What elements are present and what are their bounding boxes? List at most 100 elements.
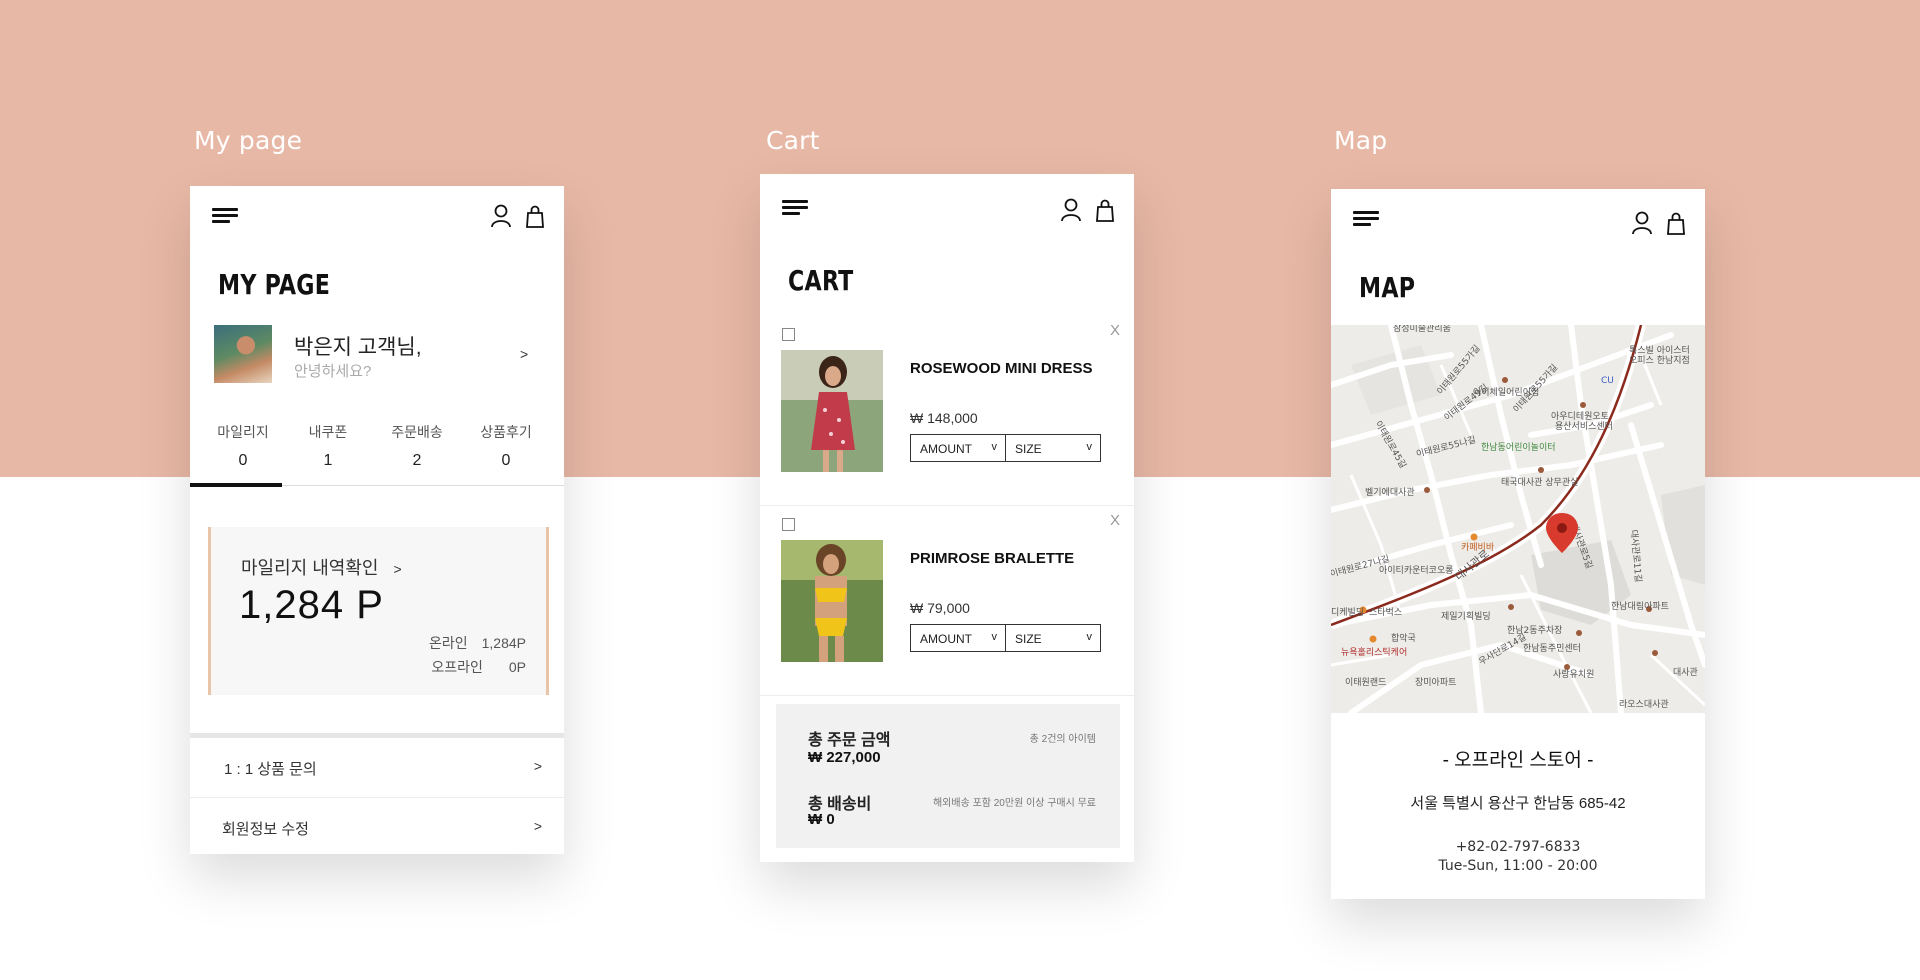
mileage-card[interactable]: 마일리지 내역확인 > 1,284 P 온라인 1,284P 오프라인 0P	[208, 527, 549, 695]
chevron-down-icon: v	[991, 631, 998, 643]
mileage-online-label: 온라인	[428, 635, 468, 651]
shopping-bag-icon[interactable]	[1094, 198, 1116, 222]
map-label: 장미아파트	[1415, 677, 1456, 688]
map-canvas[interactable]: 삼성미술관리움 이태원로55가길 이태원로49길 이태원로55가길 이태원로45…	[1331, 325, 1705, 713]
map-label: 아이티카운터코오롱	[1379, 565, 1454, 576]
size-label: SIZE	[1015, 632, 1042, 646]
user-icon[interactable]	[1631, 211, 1653, 235]
mileage-title: 마일리지 내역확인 >	[241, 554, 402, 580]
product-name[interactable]: ROSEWOOD MINI DRESS	[910, 360, 1093, 377]
mileage-points: 1,284 P	[239, 583, 384, 627]
top-bar	[760, 174, 1134, 234]
top-bar	[190, 186, 564, 246]
map-label: 뉴욕홀리스틱케어	[1341, 646, 1407, 658]
section-title-cart: Cart	[766, 126, 820, 155]
store-phone[interactable]: +82-02-797-6833	[1331, 839, 1705, 855]
product-price: ₩ 79,000	[910, 600, 970, 616]
profile-name: 박은지 고객님,	[294, 336, 422, 359]
map-screen: MAP 삼성미술관리움 이태원로55가길 이태원로49길 이태원로55가길 이태…	[1331, 189, 1705, 899]
map-label: 사랑유치원	[1553, 668, 1594, 680]
section-title-map: Map	[1334, 126, 1388, 155]
map-label: 삼성미술관리움	[1393, 325, 1451, 334]
map-label: 이태원랜드	[1345, 677, 1386, 688]
stat-orders[interactable]: 주문배송 2	[377, 422, 457, 470]
user-icon[interactable]	[490, 204, 512, 228]
product-name[interactable]: PRIMROSE BRALETTE	[910, 550, 1074, 567]
profile-greeting: 안녕하세요?	[294, 363, 372, 380]
cart-item: X ROSEWOOD MINI DRESS ₩ 148,000 AMOUNT v…	[760, 316, 1134, 506]
cart-screen: CART X ROSEWOOD MINI DRESS ₩ 148,000 AMO…	[760, 174, 1134, 862]
amount-label: AMOUNT	[920, 632, 972, 646]
item-checkbox[interactable]	[782, 518, 795, 531]
size-select[interactable]: SIZE v	[1005, 624, 1101, 652]
amount-select[interactable]: AMOUNT v	[910, 434, 1006, 462]
chevron-down-icon: v	[991, 441, 998, 453]
total-note: 총 2건의 아이템	[1029, 734, 1096, 745]
chevron-down-icon: v	[1086, 441, 1093, 453]
product-price: ₩ 148,000	[910, 410, 978, 426]
map-view[interactable]: 삼성미술관리움 이태원로55가길 이태원로49길 이태원로55가길 이태원로45…	[1331, 325, 1705, 713]
map-label: 제일기획빌딩	[1441, 610, 1491, 622]
stat-reviews[interactable]: 상품후기 0	[466, 422, 546, 470]
order-summary: 총 주문 금액 ₩ 227,000 총 2건의 아이템 총 배송비 ₩ 0 해외…	[776, 704, 1120, 848]
chevron-down-icon: v	[1086, 631, 1093, 643]
amount-select[interactable]: AMOUNT v	[910, 624, 1006, 652]
menu-item-label: 1 : 1 상품 문의	[224, 761, 317, 778]
map-label: 스타벅스	[1369, 607, 1402, 618]
mileage-online-value: 1,284P	[481, 635, 526, 651]
map-label: 라오스대사관	[1619, 699, 1669, 710]
map-label: 아우디테원오토	[1551, 411, 1609, 422]
mileage-arrow-icon: >	[393, 561, 402, 577]
product-image	[781, 350, 883, 472]
shopping-bag-icon[interactable]	[1665, 211, 1687, 235]
top-bar	[1331, 189, 1705, 249]
mileage-offline-value: 0P	[508, 659, 526, 675]
shipping-value: ₩ 0	[808, 811, 835, 828]
menu-item-label: 회원정보 수정	[222, 821, 309, 838]
shopping-bag-icon[interactable]	[524, 204, 546, 228]
mypage-screen: MY PAGE 박은지 고객님, 안녕하세요? > 마일리지 0 내쿠폰 1 주…	[190, 186, 564, 854]
mileage-online-row: 온라인 1,284P	[429, 633, 526, 653]
stat-mileage[interactable]: 마일리지 0	[203, 422, 283, 470]
page-title: MY PAGE	[218, 268, 331, 301]
mileage-offline-row: 오프라인 0P	[431, 657, 526, 677]
stat-value: 0	[238, 452, 248, 469]
store-hours: Tue-Sun, 11:00 - 20:00	[1438, 858, 1598, 874]
map-label: 디케빌딩	[1331, 607, 1364, 618]
store-address: 서울 특별시 용산구 한남동 685-42	[1410, 795, 1626, 812]
stat-coupons[interactable]: 내쿠폰 1	[288, 422, 368, 470]
hamburger-icon[interactable]	[1353, 211, 1379, 227]
menu-item-edit-profile[interactable]: 회원정보 수정 >	[190, 798, 564, 854]
hamburger-icon[interactable]	[782, 200, 808, 216]
map-label: 한남2동주차장	[1507, 624, 1562, 636]
user-icon[interactable]	[1060, 198, 1082, 222]
store-title: - 오프라인 스토어 -	[1442, 750, 1594, 771]
profile-arrow-icon[interactable]: >	[520, 346, 528, 362]
map-label: 한남동주민센터	[1523, 643, 1581, 654]
map-label: 벨기에대사관	[1365, 487, 1415, 498]
stat-value: 2	[412, 452, 422, 469]
cart-item: X PRIMROSE BRALETTE ₩ 79,000 AMOUNT v SI…	[760, 506, 1134, 696]
size-label: SIZE	[1015, 442, 1042, 456]
item-checkbox[interactable]	[782, 328, 795, 341]
close-icon[interactable]: X	[1110, 322, 1120, 339]
map-label: 한남대림아파트	[1611, 600, 1669, 612]
shipping-note: 해외배송 포함 20만원 이상 구매시 무료	[932, 798, 1096, 809]
page-title: CART	[788, 264, 854, 297]
hamburger-icon[interactable]	[212, 208, 238, 224]
stat-value: 0	[501, 452, 511, 469]
map-label: 합악국	[1391, 632, 1416, 644]
stat-label: 주문배송	[391, 424, 443, 440]
map-label: 태국대사관 상무관실	[1501, 477, 1578, 488]
map-label: CU	[1601, 376, 1614, 386]
section-title-mypage: My page	[194, 126, 303, 155]
size-select[interactable]: SIZE v	[1005, 434, 1101, 462]
product-image	[781, 540, 883, 662]
amount-label: AMOUNT	[920, 442, 972, 456]
map-label: 용산서비스센터	[1555, 421, 1613, 432]
close-icon[interactable]: X	[1110, 512, 1120, 529]
menu-item-inquiry[interactable]: 1 : 1 상품 문의 >	[190, 738, 564, 798]
map-label: 오피스 한남지점	[1629, 354, 1690, 366]
stat-value: 1	[323, 452, 333, 469]
total-value: ₩ 227,000	[808, 749, 881, 766]
